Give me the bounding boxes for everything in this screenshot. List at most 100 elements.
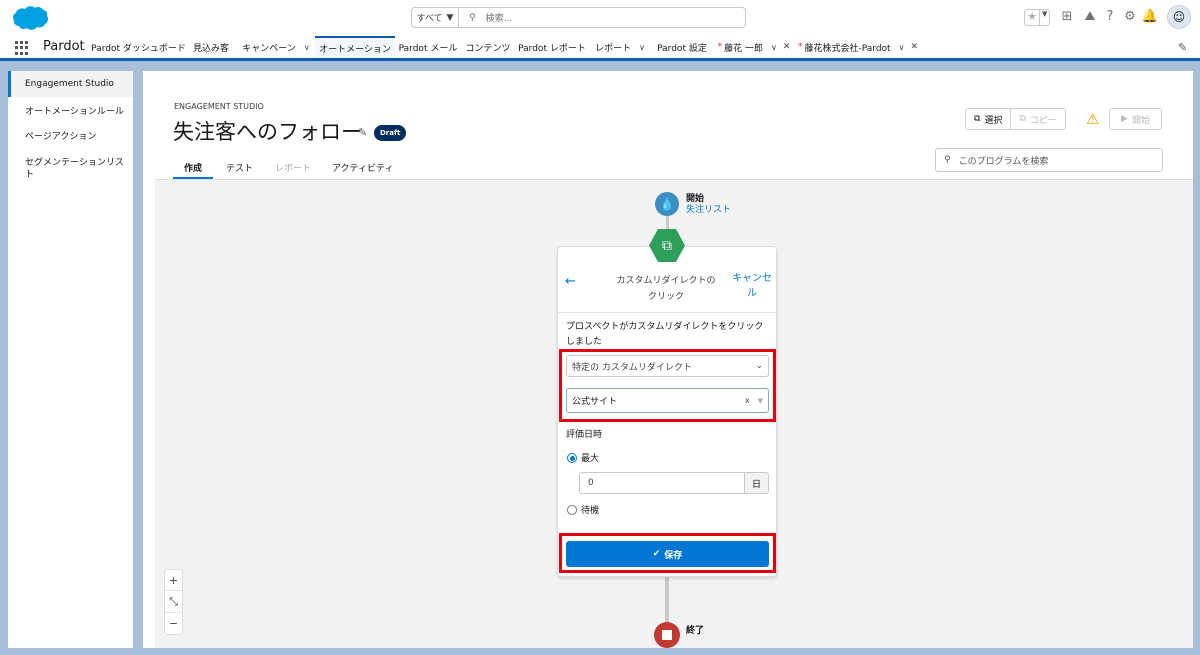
panel-description: プロスペクトがカスタムリダイレクトをクリックしました (566, 322, 764, 347)
button-label: 開始 (1131, 115, 1150, 126)
nav-item-label: Pardot レポート (518, 43, 586, 54)
search-scope-select[interactable]: すべて ▼ (411, 7, 459, 28)
cancel-button[interactable]: キャンセル (732, 271, 772, 301)
page-title: 失注客へのフォロー (173, 120, 362, 144)
sidebar-item-label: Engagement Studio (25, 79, 114, 89)
nav-item-pardot-dashboard[interactable]: Pardot ダッシュボード (91, 36, 186, 58)
nav-item-label: Pardot 設定 (657, 43, 707, 54)
global-search-input[interactable]: ⚲ 検索... (459, 7, 746, 28)
sidebar-item-page-actions[interactable]: ページアクション (8, 131, 133, 143)
edit-nav-icon[interactable]: ✎ (1178, 41, 1187, 54)
days-input[interactable]: 0 (579, 472, 745, 494)
sidebar-item-automation-rules[interactable]: オートメーションルール (8, 106, 133, 118)
trailhead-icon[interactable]: ⛰ (1081, 9, 1099, 24)
sidebar-item-engagement-studio[interactable]: Engagement Studio (8, 71, 133, 97)
close-icon[interactable]: ✕ (910, 42, 918, 52)
days-unit: 日 (745, 472, 769, 494)
nav-tab-user[interactable]: * 藤花 一郎 ∨ ✕ (714, 36, 794, 58)
app-launcher-icon[interactable] (15, 41, 29, 55)
copy-icon: ⧉ (974, 114, 981, 124)
radio-wait[interactable] (567, 505, 577, 515)
nav-item-label: 見込み客 (192, 43, 229, 54)
action-button-group: ⧉ 選択 ⧉ コピー (965, 108, 1066, 130)
button-label: 選択 (984, 115, 1003, 126)
nav-item-pardot-settings[interactable]: Pardot 設定 (654, 36, 710, 58)
tab-build[interactable]: 作成 (173, 161, 213, 179)
search-icon: ⚲ (944, 155, 951, 165)
chevron-down-icon: ▼ (1039, 10, 1049, 25)
warning-icon[interactable]: ⚠ (1086, 110, 1099, 128)
nav-tab-company[interactable]: * 藤花株式会社-Pardot ∨ ✕ (798, 36, 918, 58)
search-placeholder: このプログラムを検索 (958, 156, 1049, 167)
back-arrow-icon[interactable]: ← (565, 274, 576, 289)
sidebar-item-label: オートメーションルール (25, 107, 124, 117)
nav-item-label: レポート (595, 43, 632, 54)
search-placeholder: 検索... (485, 14, 513, 24)
search-scope-label: すべて (416, 14, 443, 24)
end-node-label: 終了 (686, 626, 705, 636)
tab-activity[interactable]: アクティビティ (332, 161, 393, 179)
nav-item-campaigns[interactable]: キャンペーン ∨ (237, 36, 315, 58)
copy-button[interactable]: ⧉ コピー (1011, 108, 1066, 130)
days-value: 0 (588, 478, 594, 488)
divider (155, 179, 1193, 180)
button-label: コピー (1029, 115, 1057, 126)
divider (558, 312, 776, 313)
start-button[interactable]: ▶ 開始 (1109, 108, 1162, 130)
nav-item-prospects[interactable]: 見込み客 (187, 36, 235, 58)
gear-icon[interactable]: ⚙ (1121, 9, 1139, 24)
select-button[interactable]: ⧉ 選択 (965, 108, 1012, 130)
program-search-input[interactable]: ⚲ このプログラムを検索 (935, 148, 1163, 172)
nav-item-label: Pardot メール (398, 43, 458, 54)
sidebar-item-label: セグメンテーションリスト (25, 158, 124, 180)
chevron-down-icon[interactable]: ∨ (771, 43, 777, 52)
close-icon[interactable]: ✕ (783, 42, 791, 52)
nav-item-label: 藤花株式会社-Pardot (804, 43, 891, 54)
unsaved-marker-icon: * (798, 42, 803, 52)
caret-down-icon: ▼ (446, 12, 454, 23)
nav-item-label: キャンペーン (242, 43, 296, 54)
app-name: Pardot (43, 39, 85, 54)
nav-item-label: 藤花 一郎 (724, 43, 763, 54)
tab-label: 作成 (183, 164, 202, 174)
copy-icon: ⧉ (1019, 114, 1026, 124)
sidebar-item-segmentation-lists[interactable]: セグメンテーションリスト (8, 157, 133, 181)
tab-label: テスト (226, 164, 254, 174)
zoom-in-icon[interactable]: + (165, 570, 182, 592)
radio-wait-label: 待機 (581, 506, 600, 516)
salesforce-logo[interactable] (10, 5, 49, 31)
highlight-box (559, 533, 776, 573)
search-icon: ⚲ (469, 12, 476, 23)
start-list-link[interactable]: 失注リスト (686, 202, 731, 215)
highlight-box (559, 349, 776, 422)
end-node-icon[interactable] (654, 622, 680, 648)
tab-test[interactable]: テスト (226, 161, 253, 179)
pencil-icon[interactable]: ✎ (358, 126, 367, 139)
nav-item-label: オートメーション (319, 44, 391, 55)
chevron-down-icon[interactable]: ∨ (304, 43, 310, 52)
bell-icon[interactable]: 🔔 (1141, 9, 1159, 24)
tab-report: レポート (275, 161, 311, 179)
fit-icon[interactable]: ⤡ (165, 591, 182, 613)
sidebar-item-label: ページアクション (25, 132, 97, 142)
status-badge: Draft (374, 125, 407, 141)
nav-item-automation[interactable]: オートメーション (315, 36, 395, 58)
zoom-out-icon[interactable]: − (165, 613, 182, 634)
page-eyebrow: ENGAGEMENT STUDIO (174, 102, 264, 111)
nav-item-label: Pardot ダッシュボード (91, 43, 186, 54)
chevron-down-icon[interactable]: ∨ (639, 43, 645, 52)
flow-connector (665, 574, 669, 628)
nav-item-pardot-reports[interactable]: Pardot レポート (518, 36, 586, 58)
avatar[interactable]: ☺ (1167, 5, 1191, 29)
add-icon[interactable]: ⊞ (1058, 9, 1076, 24)
chevron-down-icon[interactable]: ∨ (899, 43, 905, 52)
nav-item-content[interactable]: コンテンツ (462, 36, 514, 58)
nav-item-reports[interactable]: レポート ∨ (591, 36, 649, 58)
evaluation-label: 評価日時 (566, 430, 603, 440)
nav-item-label: コンテンツ (465, 43, 511, 54)
help-icon[interactable]: ? (1101, 9, 1119, 24)
start-node-icon[interactable]: 💧 (655, 192, 679, 216)
radio-max[interactable] (567, 453, 577, 463)
nav-item-pardot-email[interactable]: Pardot メール (397, 36, 459, 58)
favorites-button[interactable]: ★ ▼ (1024, 9, 1050, 26)
